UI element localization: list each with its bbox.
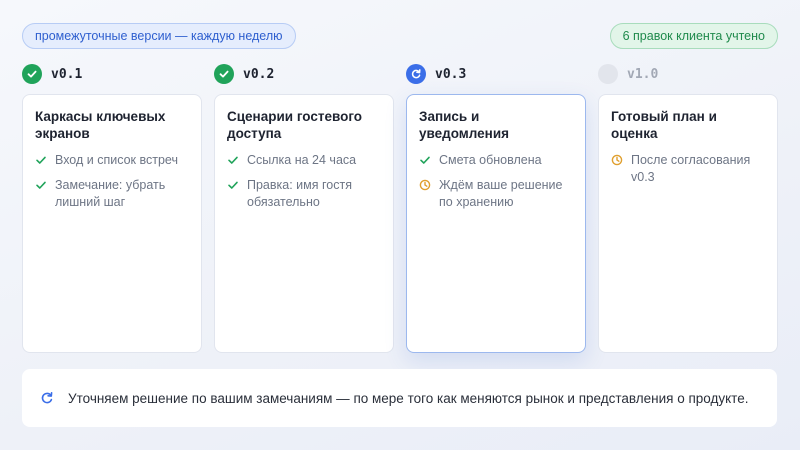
card-title: Запись и уведомления [419, 109, 509, 141]
refresh-circle-icon [406, 64, 426, 84]
check-icon [36, 181, 46, 189]
list-item: Ждём ваше решение по хранению [419, 177, 573, 211]
version-column-v1-0: v1.0 Готовый план и оценка После согласо… [598, 64, 778, 353]
version-card[interactable]: Готовый план и оценка После согласования… [598, 94, 778, 353]
list-item: Ссылка на 24 часа [227, 152, 381, 169]
list-item-text: Ждём ваше решение по хранению [439, 178, 563, 209]
check-circle-icon [22, 64, 42, 84]
list-item-text: Вход и список встреч [55, 153, 178, 167]
card-title: Каркасы ключевых экранов [35, 109, 166, 141]
version-label: v0.3 [435, 66, 467, 82]
footer-note: Уточняем решение по вашим замечаниям — п… [22, 369, 777, 427]
list-item: После согласования v0.3 [611, 152, 765, 186]
refresh-icon [41, 392, 53, 404]
version-column-v0-2: v0.2 Сценарии гостевого доступа Ссылка н… [214, 64, 394, 353]
clock-icon [419, 179, 431, 191]
version-column-v0-1: v0.1 Каркасы ключевых экранов Вход и спи… [22, 64, 202, 353]
list-item-text: Ссылка на 24 часа [247, 153, 357, 167]
version-card[interactable]: Каркасы ключевых экранов Вход и список в… [22, 94, 202, 353]
edits-counter-badge: 6 правок клиента учтено [609, 23, 778, 49]
version-step: v1.0 [598, 64, 778, 84]
version-step: v0.2 [214, 64, 394, 84]
version-card[interactable]: Сценарии гостевого доступа Ссылка на 24 … [214, 94, 394, 353]
list-item-text: После согласования v0.3 [631, 153, 751, 184]
version-column-v0-3: v0.3 Запись и уведомления Смета обновлен… [406, 64, 586, 353]
list-item: Смета обновлена [419, 152, 573, 169]
pending-circle-icon [598, 64, 618, 84]
check-icon [420, 156, 430, 164]
list-item-text: Смета обновлена [439, 153, 542, 167]
version-label: v0.2 [243, 66, 275, 82]
cadence-badge: промежуточные версии — каждую неделю [22, 23, 296, 49]
list-item-text: Правка: имя гостя обязательно [247, 178, 352, 209]
version-card-active[interactable]: Запись и уведомления Смета обновлена Ждё… [406, 94, 586, 353]
version-label: v1.0 [627, 66, 659, 82]
footer-text: Уточняем решение по вашим замечаниям — п… [68, 390, 749, 406]
check-icon [228, 181, 238, 189]
version-step: v0.1 [22, 64, 202, 84]
list-item-text: Замечание: убрать лишний шаг [55, 178, 166, 209]
card-title: Сценарии гостевого доступа [227, 109, 363, 141]
check-icon [36, 156, 46, 164]
version-step: v0.3 [406, 64, 586, 84]
check-circle-icon [214, 64, 234, 84]
card-title: Готовый план и оценка [611, 109, 717, 141]
check-icon [228, 156, 238, 164]
list-item: Правка: имя гостя обязательно [227, 177, 381, 211]
list-item: Замечание: убрать лишний шаг [35, 177, 189, 211]
clock-icon [611, 154, 623, 166]
version-label: v0.1 [51, 66, 83, 82]
list-item: Вход и список встреч [35, 152, 189, 169]
